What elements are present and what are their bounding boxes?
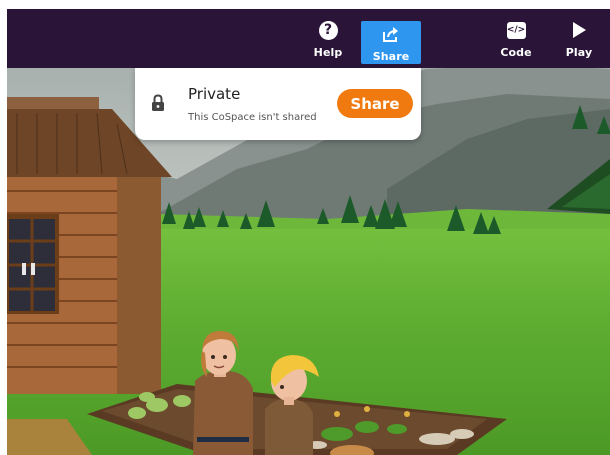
play-icon	[573, 22, 586, 38]
code-button[interactable]: </> Code	[489, 9, 543, 64]
cospace-viewport[interactable]: ? Help Share </> Code Play Private This …	[7, 9, 610, 455]
code-label: Code	[500, 46, 532, 59]
lock-icon	[152, 94, 164, 111]
share-icon	[383, 27, 398, 42]
code-icon: </>	[506, 21, 526, 39]
play-button[interactable]: Play	[552, 9, 606, 64]
play-label: Play	[565, 46, 593, 59]
top-toolbar: ? Help Share </> Code Play	[7, 9, 610, 68]
share-button[interactable]: Share	[337, 89, 413, 118]
share-toolbar-button[interactable]: Share	[361, 21, 421, 64]
privacy-status-text: This CoSpace isn't shared	[188, 112, 317, 123]
share-status-popup: Private This CoSpace isn't shared Share	[135, 68, 421, 140]
share-label: Share	[372, 50, 410, 63]
help-icon: ?	[318, 20, 338, 40]
privacy-status-title: Private	[188, 85, 241, 103]
help-button[interactable]: ? Help	[301, 9, 355, 64]
help-label: Help	[313, 46, 343, 59]
